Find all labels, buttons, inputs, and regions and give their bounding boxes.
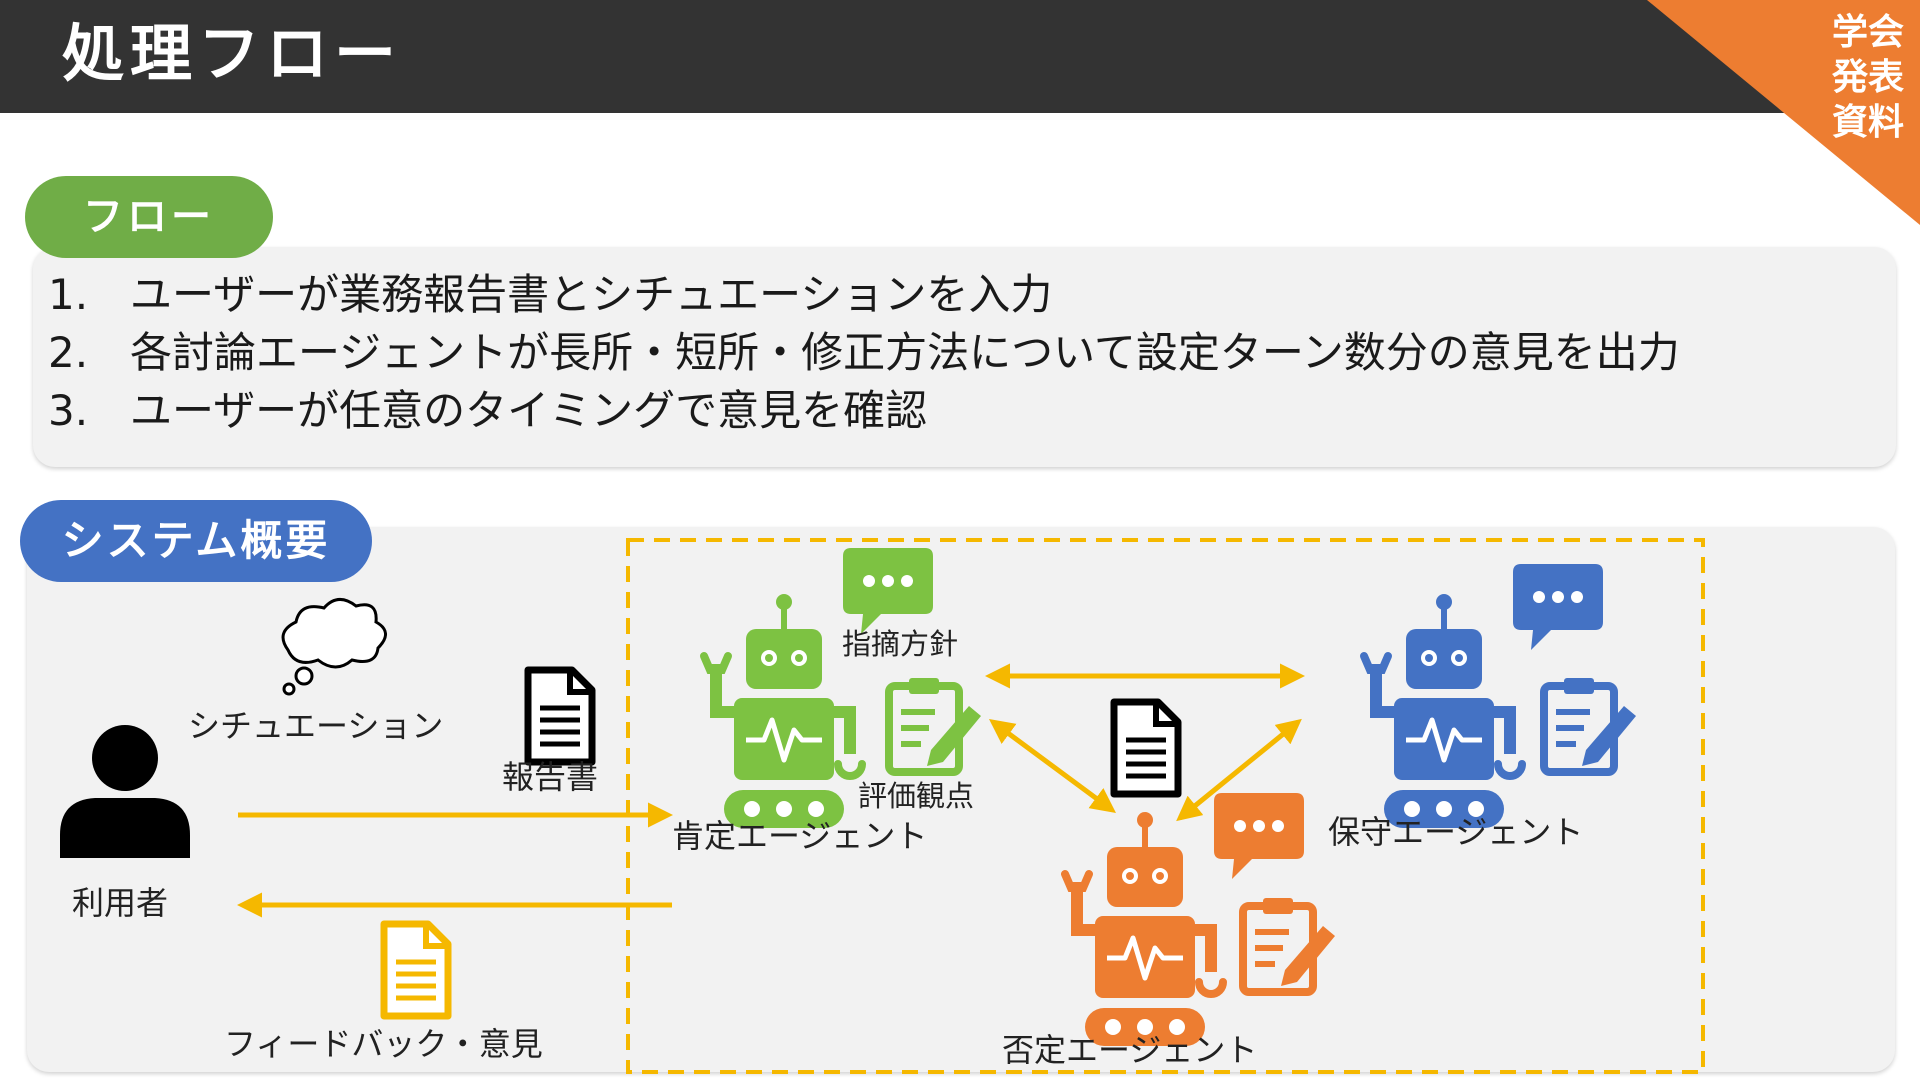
clipboard-icon bbox=[889, 678, 981, 772]
robot-icon bbox=[1065, 812, 1223, 1046]
speech-bubble-icon bbox=[843, 548, 933, 634]
document-icon bbox=[384, 924, 448, 1016]
robot-icon bbox=[1364, 594, 1522, 828]
speech-bubble-icon bbox=[1214, 793, 1304, 879]
policy-label: 指摘方針 bbox=[842, 627, 959, 661]
situation-label: シチュエーション bbox=[188, 707, 444, 745]
person-icon bbox=[60, 725, 190, 858]
clipboard-icon bbox=[1243, 898, 1335, 992]
criteria-label: 評価観点 bbox=[858, 779, 975, 813]
report-label: 報告書 bbox=[502, 758, 599, 796]
feedback-label: フィードバック・意見 bbox=[224, 1025, 543, 1063]
negative-agent-label: 否定エージェント bbox=[1002, 1031, 1258, 1069]
thought-bubble-icon bbox=[281, 598, 387, 696]
system-section-label: システム概要 bbox=[20, 500, 372, 582]
clipboard-icon bbox=[1544, 678, 1636, 772]
debate-arrow bbox=[988, 719, 1117, 813]
user-label: 利用者 bbox=[72, 884, 169, 922]
robot-icon bbox=[704, 594, 862, 828]
document-icon bbox=[1114, 702, 1178, 794]
speech-bubble-icon bbox=[1513, 564, 1603, 650]
conservative-agent-label: 保守エージェント bbox=[1328, 813, 1584, 851]
document-icon bbox=[528, 670, 592, 762]
affirmative-agent-label: 肯定エージェント bbox=[672, 817, 928, 855]
